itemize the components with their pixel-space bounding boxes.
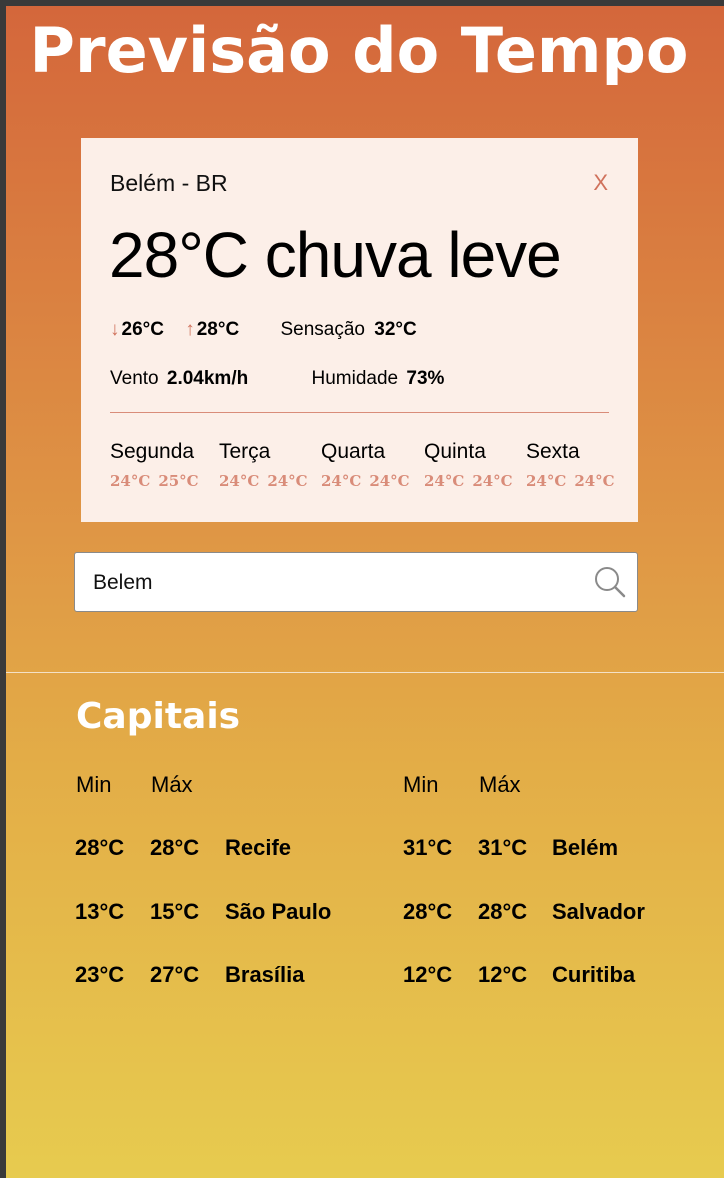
forecast-min: 24°C bbox=[321, 472, 362, 490]
forecast-max: 24°C bbox=[267, 472, 308, 490]
search-icon[interactable] bbox=[593, 565, 627, 599]
capital-max: 28°C bbox=[478, 899, 528, 924]
weather-card: Belém - BR X 28°C chuva leve ↓ 26°C ↑ 28°C… bbox=[81, 138, 638, 522]
search-input[interactable] bbox=[91, 567, 575, 599]
wind-value: 2.04km/h bbox=[166, 368, 249, 389]
feels-label: Sensação bbox=[280, 319, 365, 340]
humidity-label: Humidade bbox=[311, 368, 399, 389]
forecast-min: 24°C bbox=[110, 472, 151, 490]
capital-min: 13°C bbox=[75, 899, 125, 924]
forecast-day: Segunda 24°C 25°C bbox=[110, 440, 199, 490]
max-header: Máx bbox=[479, 772, 521, 797]
humidity-value: 73% bbox=[406, 368, 445, 389]
capital-city: Brasília bbox=[225, 962, 305, 987]
capitals-title: Capitais bbox=[76, 696, 241, 737]
forecast-day: Terça 24°C 24°C bbox=[219, 440, 308, 490]
close-button[interactable]: X bbox=[593, 170, 608, 196]
feels-value: 32°C bbox=[374, 319, 417, 340]
max-header: Máx bbox=[151, 772, 193, 797]
section-divider bbox=[6, 672, 724, 673]
forecast-day-name: Quarta bbox=[321, 440, 386, 463]
forecast-day: Quinta 24°C 24°C bbox=[424, 440, 513, 490]
search-box bbox=[74, 552, 638, 612]
capital-min: 31°C bbox=[403, 835, 453, 860]
min-header: Min bbox=[76, 772, 112, 797]
forecast-day-name: Segunda bbox=[110, 440, 195, 463]
wind-label: Vento bbox=[110, 368, 159, 389]
min-header: Min bbox=[403, 772, 439, 797]
capital-max: 15°C bbox=[150, 899, 200, 924]
capital-min: 23°C bbox=[75, 962, 125, 987]
capital-max: 31°C bbox=[478, 835, 528, 860]
forecast-max: 24°C bbox=[472, 472, 513, 490]
window-top-border bbox=[0, 0, 724, 6]
capital-city: Salvador bbox=[552, 899, 645, 924]
window-left-border bbox=[0, 0, 6, 1178]
current-weather: 28°C chuva leve bbox=[109, 219, 562, 291]
forecast-max: 24°C bbox=[369, 472, 410, 490]
arrow-down-icon: ↓ bbox=[110, 319, 120, 340]
capital-city: Belém bbox=[552, 835, 619, 860]
forecast-min: 24°C bbox=[526, 472, 567, 490]
capital-min: 28°C bbox=[75, 835, 125, 860]
capital-min: 12°C bbox=[403, 962, 453, 987]
forecast-day-name: Sexta bbox=[526, 440, 580, 463]
forecast-min: 24°C bbox=[219, 472, 260, 490]
max-temp: 28°C bbox=[196, 319, 240, 340]
card-divider bbox=[110, 412, 609, 413]
forecast-day: Quarta 24°C 24°C bbox=[321, 440, 410, 490]
page-title: Previsão do Tempo bbox=[29, 14, 689, 87]
forecast-min: 24°C bbox=[424, 472, 465, 490]
forecast-max: 25°C bbox=[158, 472, 199, 490]
capital-max: 12°C bbox=[478, 962, 528, 987]
forecast-day-name: Terça bbox=[219, 440, 271, 463]
capital-max: 28°C bbox=[150, 835, 200, 860]
capital-city: São Paulo bbox=[225, 899, 332, 924]
forecast-day-name: Quinta bbox=[424, 440, 486, 463]
capital-max: 27°C bbox=[150, 962, 200, 987]
min-temp: 26°C bbox=[121, 319, 164, 340]
wind-humidity-row: Vento 2.04km/h Humidade 73% bbox=[110, 368, 444, 390]
capital-min: 28°C bbox=[403, 899, 453, 924]
min-max-feels-row: ↓ 26°C ↑ 28°C Sensação 32°C bbox=[110, 319, 417, 341]
capital-city: Curitiba bbox=[552, 962, 636, 987]
capital-city: Recife bbox=[225, 835, 292, 860]
forecast-max: 24°C bbox=[574, 472, 615, 490]
forecast-day: Sexta 24°C 24°C bbox=[526, 440, 615, 490]
arrow-up-icon: ↑ bbox=[185, 319, 195, 340]
city-name: Belém - BR bbox=[110, 170, 228, 196]
